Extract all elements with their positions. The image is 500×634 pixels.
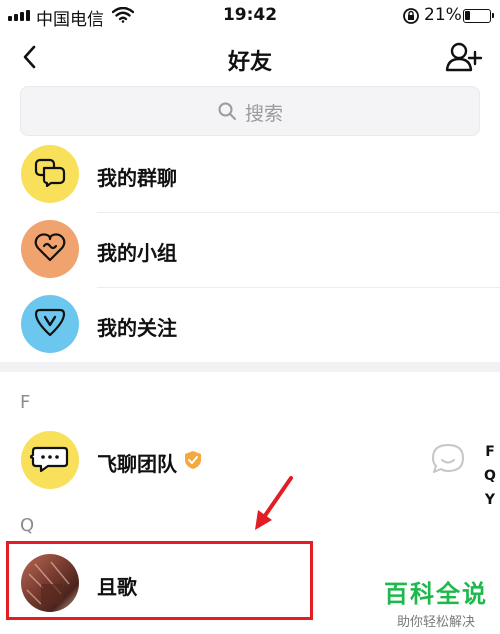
index-letter[interactable]: Q: [480, 464, 500, 488]
watermark-title: 百科全说: [384, 580, 488, 608]
menu-item-label: 我的关注: [97, 316, 177, 340]
alphabet-index[interactable]: F Q Y: [480, 440, 500, 512]
rotation-lock-icon: [402, 7, 420, 30]
follow-v-icon: [33, 306, 67, 342]
group-chat-icon: [33, 157, 67, 191]
verified-badge-icon: [183, 450, 203, 475]
friend-name: 且歌: [97, 575, 137, 599]
menu-item-label: 我的小组: [97, 241, 177, 265]
avatar: [21, 295, 79, 353]
search-bar[interactable]: 搜索: [20, 86, 480, 136]
section-header-q: Q: [20, 515, 35, 536]
watermark: 百科全说 助你轻松解决: [376, 574, 496, 630]
chat-bubble-icon[interactable]: [430, 442, 466, 476]
index-letter[interactable]: F: [480, 440, 500, 464]
battery-icon: [463, 9, 494, 23]
page-title: 好友: [227, 50, 272, 75]
avatar: [21, 220, 79, 278]
avatar: [21, 145, 79, 203]
friend-name: 飞聊团队: [97, 452, 177, 476]
photo-avatar: [21, 554, 79, 612]
avatar: [21, 431, 79, 489]
menu-item-groups[interactable]: 我的小组: [0, 213, 500, 288]
search-icon: [217, 101, 237, 125]
avatar-photo-texture: [26, 561, 70, 605]
section-divider: [0, 362, 500, 372]
index-letter[interactable]: Y: [480, 488, 500, 512]
menu-item-group-chats[interactable]: 我的群聊: [0, 138, 500, 213]
menu-item-following[interactable]: 我的关注: [0, 288, 500, 363]
friend-name-container: 飞聊团队: [97, 448, 203, 477]
group-heart-icon: [33, 231, 67, 267]
friend-name-container: 且歌: [97, 571, 137, 600]
add-friend-icon[interactable]: [444, 40, 484, 74]
battery-percent: 21%: [424, 5, 462, 25]
feiliao-bot-icon: [28, 442, 70, 478]
red-arrow-icon: [250, 474, 296, 538]
status-bar: 中国电信 19:42 21%: [0, 0, 500, 32]
search-placeholder: 搜索: [244, 103, 283, 125]
section-header-f: F: [20, 392, 31, 413]
menu-item-label: 我的群聊: [97, 166, 177, 190]
friend-row[interactable]: 飞聊团队: [0, 424, 470, 499]
watermark-subtitle: 助你轻松解决: [396, 615, 475, 630]
nav-bar: 好友: [0, 32, 500, 82]
